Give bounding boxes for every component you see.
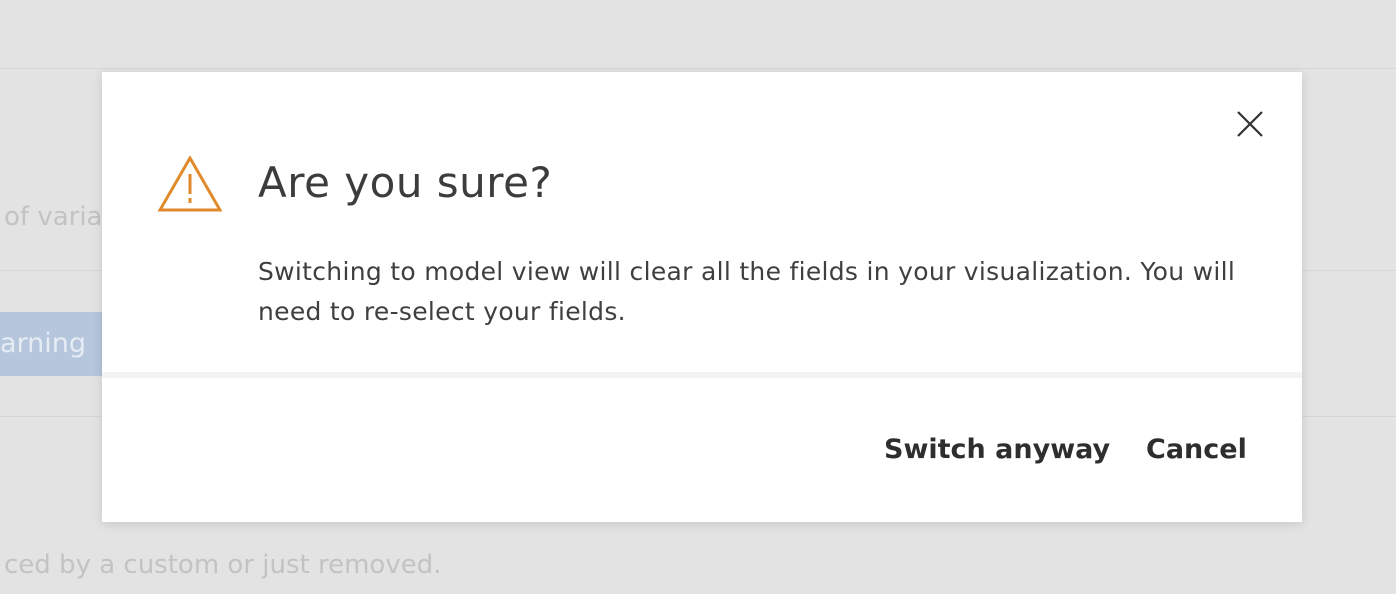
- dialog-message: Switching to model view will clear all t…: [258, 257, 1236, 326]
- close-button[interactable]: [1232, 106, 1268, 142]
- dialog-title: Are you sure?: [258, 158, 553, 207]
- background-text: ced by a custom or just removed.: [4, 550, 442, 580]
- background-tag: arning: [0, 312, 102, 376]
- warning-triangle-icon: [158, 156, 222, 212]
- background-text: of varia: [4, 202, 103, 232]
- switch-anyway-button[interactable]: Switch anyway: [884, 428, 1110, 472]
- dialog-divider: [102, 372, 1302, 378]
- confirm-dialog: Are you sure? Switching to model view wi…: [102, 72, 1302, 522]
- background-divider: [0, 68, 1396, 69]
- dialog-body: Are you sure? Switching to model view wi…: [102, 72, 1302, 372]
- background-tag-label: arning: [0, 328, 87, 359]
- cancel-button[interactable]: Cancel: [1146, 428, 1247, 472]
- close-icon: [1237, 111, 1263, 137]
